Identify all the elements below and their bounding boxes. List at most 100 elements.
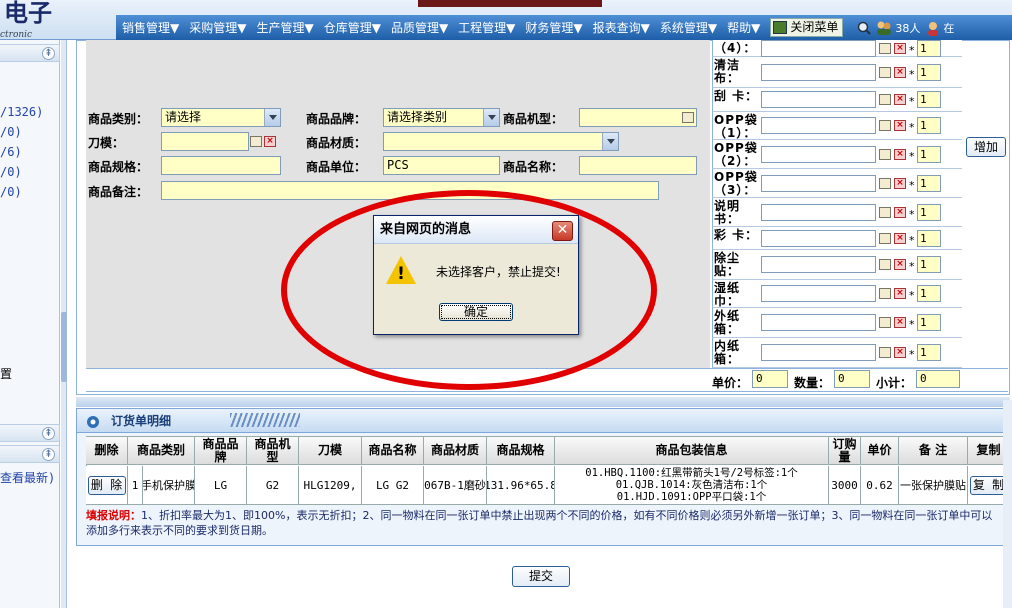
packaging-qty-input[interactable]: 1	[917, 117, 941, 134]
menu-finance[interactable]: 财务管理▼	[525, 19, 582, 36]
users-icon[interactable]	[875, 20, 893, 36]
clear-icon[interactable]: ×	[894, 317, 906, 328]
material-select[interactable]	[383, 132, 619, 151]
menu-engineering[interactable]: 工程管理▼	[458, 19, 515, 36]
packaging-input[interactable]	[761, 204, 876, 221]
packaging-qty-input[interactable]: 1	[917, 314, 941, 331]
fill-instructions: 填报说明：1、折扣率最大为1、即100%，表示无折扣；2、同一物料在同一张订单中…	[86, 508, 1002, 538]
packaging-input[interactable]	[761, 344, 876, 361]
clear-icon[interactable]: ×	[264, 136, 276, 147]
lookup-icon[interactable]	[879, 207, 891, 218]
lookup-icon[interactable]	[879, 178, 891, 189]
submit-button[interactable]: 提交	[512, 566, 570, 587]
packaging-input[interactable]	[761, 314, 876, 331]
collapse-icon[interactable]: ⇞	[42, 448, 55, 461]
clear-icon[interactable]: ×	[894, 207, 906, 218]
view-latest-link[interactable]: 查看最新)	[0, 469, 55, 486]
name-input[interactable]	[579, 156, 697, 175]
left-panel-item[interactable]: /6)	[0, 145, 22, 159]
panel-splitter[interactable]	[61, 40, 67, 608]
clear-icon[interactable]: ×	[894, 149, 906, 160]
unit-price-input[interactable]: 0	[752, 370, 788, 388]
lookup-icon[interactable]	[879, 120, 891, 131]
chevron-down-icon[interactable]	[602, 133, 618, 150]
chevron-down-icon[interactable]	[483, 109, 499, 126]
search-icon[interactable]	[857, 21, 872, 35]
menu-sales[interactable]: 销售管理▼	[122, 19, 179, 36]
ok-button[interactable]: 确定	[439, 303, 513, 321]
clear-icon[interactable]: ×	[894, 67, 906, 78]
lookup-icon[interactable]	[879, 259, 891, 270]
remark-input[interactable]	[161, 181, 659, 200]
packaging-qty-input[interactable]: 1	[917, 204, 941, 221]
clear-icon[interactable]: ×	[894, 120, 906, 131]
menu-purchase[interactable]: 采购管理▼	[189, 19, 246, 36]
left-panel-item[interactable]: /0)	[0, 125, 22, 139]
lookup-icon[interactable]	[879, 317, 891, 328]
packaging-qty-input[interactable]: 1	[917, 175, 941, 192]
packaging-input[interactable]	[761, 230, 876, 247]
packaging-input[interactable]	[761, 285, 876, 302]
die-input[interactable]	[161, 132, 249, 151]
packaging-qty-input[interactable]: 1	[917, 146, 941, 163]
lookup-icon[interactable]	[879, 67, 891, 78]
close-menu-button[interactable]: 关闭菜单	[770, 18, 844, 37]
splitter-handle[interactable]	[61, 312, 67, 382]
lookup-icon[interactable]	[879, 94, 891, 105]
packaging-qty-input[interactable]: 1	[917, 285, 941, 302]
left-panel-header-2: ⇞	[0, 424, 60, 442]
menu-reports[interactable]: 报表查询▼	[593, 19, 650, 36]
close-icon[interactable]: ✕	[552, 221, 573, 241]
packaging-input[interactable]	[761, 64, 876, 81]
clear-icon[interactable]: ×	[894, 259, 906, 270]
spec-input[interactable]	[161, 156, 281, 175]
lookup-icon[interactable]	[879, 347, 891, 358]
lookup-icon[interactable]	[879, 43, 891, 54]
packaging-input[interactable]	[761, 91, 876, 108]
copy-row-button[interactable]: 复 制	[969, 475, 1008, 495]
packaging-qty-input[interactable]: 1	[917, 64, 941, 81]
chevron-down-icon[interactable]	[264, 109, 280, 126]
add-button[interactable]: 增加	[966, 137, 1006, 157]
menu-help[interactable]: 帮助▼	[727, 19, 760, 36]
menu-system[interactable]: 系统管理▼	[660, 19, 717, 36]
clear-icon[interactable]: ×	[894, 288, 906, 299]
left-panel-item[interactable]: /1326)	[0, 105, 43, 119]
menu-quality[interactable]: 品质管理▼	[391, 19, 448, 36]
subtotal-input[interactable]: 0	[916, 370, 960, 388]
packaging-input[interactable]	[761, 146, 876, 163]
left-panel-item[interactable]: /0)	[0, 185, 22, 199]
packaging-qty-input[interactable]: 1	[917, 40, 941, 57]
quantity-input[interactable]: 0	[834, 370, 870, 388]
collapse-icon[interactable]: ⇞	[42, 47, 55, 60]
packaging-qty-input[interactable]: 1	[917, 256, 941, 273]
clear-icon[interactable]: ×	[894, 233, 906, 244]
packaging-qty-input[interactable]: 1	[917, 91, 941, 108]
clear-icon[interactable]: ×	[894, 43, 906, 54]
unit-input[interactable]: PCS	[383, 156, 500, 175]
packaging-input[interactable]	[761, 175, 876, 192]
clear-icon[interactable]: ×	[894, 347, 906, 358]
lookup-icon[interactable]	[879, 233, 891, 244]
menu-warehouse[interactable]: 仓库管理▼	[324, 19, 381, 36]
brand-select[interactable]: 请选择类别	[383, 108, 500, 127]
left-panel-item[interactable]: 置	[0, 365, 12, 382]
lookup-icon[interactable]	[250, 136, 262, 147]
lookup-icon[interactable]	[682, 112, 694, 123]
lookup-icon[interactable]	[879, 149, 891, 160]
packaging-qty-input[interactable]: 1	[917, 230, 941, 247]
left-panel-item[interactable]: /0)	[0, 165, 22, 179]
clear-icon[interactable]: ×	[894, 94, 906, 105]
category-select[interactable]: 请选择	[161, 108, 281, 127]
menu-production[interactable]: 生产管理▼	[256, 19, 313, 36]
lookup-icon[interactable]	[879, 288, 891, 299]
model-input[interactable]	[579, 108, 697, 127]
collapse-icon[interactable]: ⇞	[42, 427, 55, 440]
packaging-input[interactable]	[761, 40, 876, 57]
delete-row-button[interactable]: 删 除	[87, 475, 126, 495]
packaging-input[interactable]	[761, 117, 876, 134]
packaging-qty-input[interactable]: 1	[917, 344, 941, 361]
packaging-input[interactable]	[761, 256, 876, 273]
user-avatar-icon[interactable]	[925, 20, 941, 36]
clear-icon[interactable]: ×	[894, 178, 906, 189]
